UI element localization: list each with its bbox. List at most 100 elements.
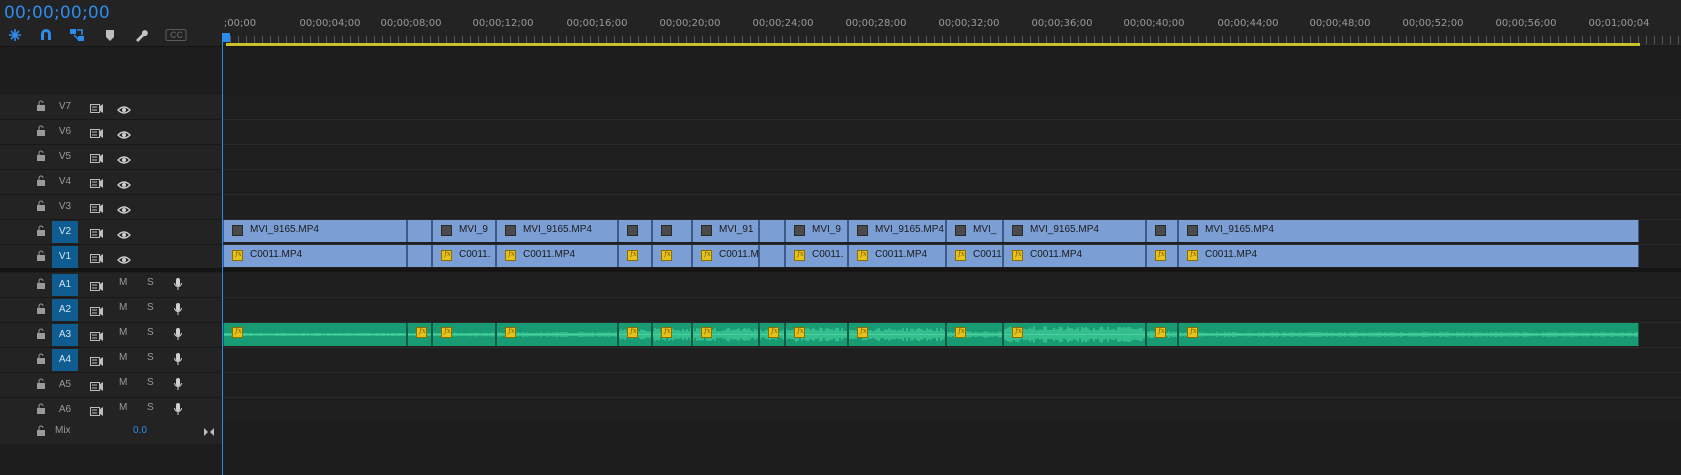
v2-clip[interactable] xyxy=(759,220,785,242)
voiceover-mic-icon[interactable] xyxy=(173,352,183,366)
audio-track-area[interactable] xyxy=(223,298,1681,323)
mix-pan-icon[interactable] xyxy=(203,425,215,437)
a3-audio-clip[interactable]: fx xyxy=(692,323,759,346)
eye-icon[interactable] xyxy=(117,252,131,264)
a3-audio-clip[interactable]: fx xyxy=(652,323,692,346)
video-audio-divider[interactable] xyxy=(0,268,1681,272)
v1-clip[interactable]: fx C0011. xyxy=(432,245,496,267)
v2-clip[interactable]: MVI_91 xyxy=(692,220,759,242)
eye-icon[interactable] xyxy=(117,227,131,239)
eye-icon[interactable] xyxy=(117,177,131,189)
v2-clip[interactable]: MVI_9165.MP4 xyxy=(1178,220,1639,242)
a3-audio-clip[interactable]: fx xyxy=(1003,323,1146,346)
a3-audio-clip[interactable]: fx xyxy=(759,323,785,346)
v1-clip[interactable]: fx xyxy=(652,245,692,267)
a3-audio-clip[interactable]: fx xyxy=(496,323,618,346)
time-ruler[interactable]: ;00;00 00;00;04;00 00;00;08;00 00;00;12;00 0… xyxy=(222,0,1681,46)
track-target-v2[interactable]: V2 xyxy=(52,221,78,243)
a3-audio-clip[interactable]: fx xyxy=(407,323,432,346)
lock-icon[interactable] xyxy=(36,303,46,315)
v2-clip[interactable] xyxy=(618,220,652,242)
eye-icon[interactable] xyxy=(117,202,131,214)
lock-icon[interactable] xyxy=(36,175,46,187)
track-target-a3[interactable]: A3 xyxy=(52,324,78,346)
snap-icon[interactable] xyxy=(38,27,54,43)
video-track-area[interactable] xyxy=(223,120,1681,145)
solo-button[interactable]: S xyxy=(147,352,154,363)
sync-lock-icon[interactable] xyxy=(90,101,104,113)
a3-audio-clip[interactable]: fx xyxy=(432,323,496,346)
insert-overwrite-icon[interactable] xyxy=(7,27,23,43)
a3-audio-clip[interactable]: fx xyxy=(1146,323,1178,346)
v1-clip[interactable]: fx C0011.MP4 xyxy=(1178,245,1639,267)
track-target-a4[interactable]: A4 xyxy=(52,349,78,371)
v2-clip[interactable] xyxy=(652,220,692,242)
v2-clip[interactable]: MVI_9165.MP4 xyxy=(848,220,946,242)
a3-audio-clip[interactable]: fx xyxy=(946,323,1003,346)
a3-audio-clip[interactable]: fx xyxy=(848,323,946,346)
track-target-v3[interactable]: V3 xyxy=(52,196,78,218)
sync-lock-icon[interactable] xyxy=(90,354,104,366)
video-track-area[interactable] xyxy=(223,195,1681,220)
v1-clip[interactable]: fx C0011 xyxy=(946,245,1003,267)
mute-button[interactable]: M xyxy=(119,327,127,338)
lock-icon[interactable] xyxy=(36,200,46,212)
a3-audio-clip[interactable]: fx xyxy=(223,323,407,346)
v2-clip[interactable]: MVI_9165.MP4 xyxy=(496,220,618,242)
eye-icon[interactable] xyxy=(117,152,131,164)
voiceover-mic-icon[interactable] xyxy=(173,377,183,391)
sync-lock-icon[interactable] xyxy=(90,151,104,163)
v2-clip[interactable]: MVI_9 xyxy=(432,220,496,242)
captions-icon[interactable]: CC xyxy=(165,27,187,43)
mix-volume-value[interactable]: 0.0 xyxy=(133,425,147,436)
voiceover-mic-icon[interactable] xyxy=(173,402,183,416)
audio-track-area[interactable] xyxy=(223,348,1681,373)
v1-clip[interactable]: fx C0011.MP4 xyxy=(223,245,407,267)
mix-lock-icon[interactable] xyxy=(36,425,46,437)
playhead-timecode[interactable]: 00;00;00;00 xyxy=(4,3,110,23)
v2-clip[interactable]: MVI_9 xyxy=(785,220,848,242)
linked-selection-icon[interactable] xyxy=(69,27,85,43)
sync-lock-icon[interactable] xyxy=(90,329,104,341)
solo-button[interactable]: S xyxy=(147,327,154,338)
v1-clip[interactable] xyxy=(407,245,432,267)
voiceover-mic-icon[interactable] xyxy=(173,327,183,341)
timeline-settings-icon[interactable] xyxy=(133,27,149,43)
v1-clip[interactable]: fx xyxy=(618,245,652,267)
v1-clip[interactable]: fx C0011.M xyxy=(692,245,759,267)
lock-icon[interactable] xyxy=(36,378,46,390)
v2-clip[interactable] xyxy=(407,220,432,242)
lock-icon[interactable] xyxy=(36,403,46,415)
lock-icon[interactable] xyxy=(36,250,46,262)
mute-button[interactable]: M xyxy=(119,277,127,288)
add-marker-icon[interactable] xyxy=(102,27,118,43)
mute-button[interactable]: M xyxy=(119,302,127,313)
v2-clip[interactable] xyxy=(1146,220,1178,242)
track-target-v4[interactable]: V4 xyxy=(52,171,78,193)
a3-audio-clip[interactable]: fx xyxy=(785,323,848,346)
lock-icon[interactable] xyxy=(36,125,46,137)
v1-clip[interactable]: fx C0011.MP4 xyxy=(848,245,946,267)
solo-button[interactable]: S xyxy=(147,277,154,288)
audio-track-area[interactable] xyxy=(223,373,1681,398)
solo-button[interactable]: S xyxy=(147,377,154,388)
sync-lock-icon[interactable] xyxy=(90,126,104,138)
sync-lock-icon[interactable] xyxy=(90,251,104,263)
track-target-v5[interactable]: V5 xyxy=(52,146,78,168)
v1-clip[interactable]: fx xyxy=(1146,245,1178,267)
track-target-a6[interactable]: A6 xyxy=(52,399,78,421)
v1-clip[interactable]: fx C0011.MP4 xyxy=(496,245,618,267)
playhead-handle[interactable] xyxy=(223,33,230,42)
v1-clip[interactable]: fx C0011.MP4 xyxy=(1003,245,1146,267)
mute-button[interactable]: M xyxy=(119,377,127,388)
lock-icon[interactable] xyxy=(36,150,46,162)
v2-clip[interactable]: MVI_ xyxy=(946,220,1003,242)
video-track-area[interactable] xyxy=(223,95,1681,120)
a3-audio-clip[interactable]: fx xyxy=(1178,323,1639,346)
track-target-v6[interactable]: V6 xyxy=(52,121,78,143)
voiceover-mic-icon[interactable] xyxy=(173,277,183,291)
eye-icon[interactable] xyxy=(117,102,131,114)
sync-lock-icon[interactable] xyxy=(90,304,104,316)
lock-icon[interactable] xyxy=(36,225,46,237)
voiceover-mic-icon[interactable] xyxy=(173,302,183,316)
